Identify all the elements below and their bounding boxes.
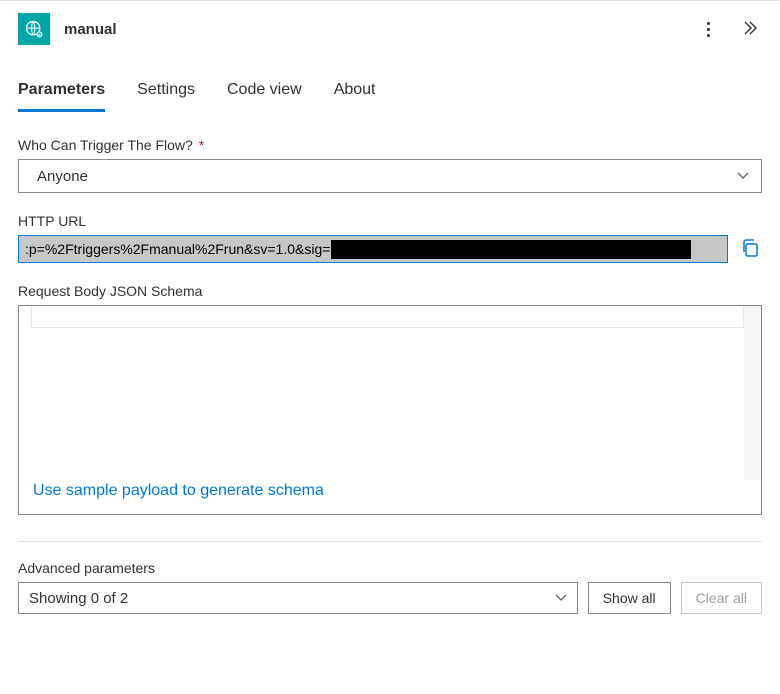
advanced-select-value: Showing 0 of 2 <box>29 590 128 607</box>
advanced-parameters-section: Advanced parameters Showing 0 of 2 Show … <box>18 560 762 614</box>
collapse-panel-button[interactable] <box>738 16 762 43</box>
field-schema: Request Body JSON Schema Use sample payl… <box>18 283 762 515</box>
trigger-label-text: Who Can Trigger The Flow? <box>18 137 193 153</box>
http-url-label: HTTP URL <box>18 213 762 229</box>
tab-code-view[interactable]: Code view <box>227 81 302 112</box>
tab-settings[interactable]: Settings <box>137 81 195 112</box>
field-http-url: HTTP URL :p=%2Ftriggers%2Fmanual%2Frun&s… <box>18 213 762 263</box>
globe-http-icon <box>24 19 44 39</box>
copy-icon <box>740 238 760 258</box>
advanced-label: Advanced parameters <box>18 560 762 576</box>
http-url-input[interactable]: :p=%2Ftriggers%2Fmanual%2Frun&sv=1.0&sig… <box>18 235 728 263</box>
tab-parameters[interactable]: Parameters <box>18 81 105 112</box>
trigger-type-icon <box>18 13 50 45</box>
copy-url-button[interactable] <box>738 236 762 263</box>
clear-all-button: Clear all <box>681 582 762 614</box>
more-menu-button[interactable] <box>703 18 714 41</box>
advanced-select[interactable]: Showing 0 of 2 <box>18 582 578 614</box>
trigger-access-select[interactable]: Anyone <box>18 159 762 193</box>
field-label: Who Can Trigger The Flow? * <box>18 137 762 153</box>
panel-header: manual <box>0 1 780 53</box>
schema-textarea[interactable]: Use sample payload to generate schema <box>18 305 762 515</box>
schema-label: Request Body JSON Schema <box>18 283 762 299</box>
chevron-down-icon <box>737 170 749 182</box>
page-title: manual <box>64 21 703 38</box>
http-url-visible-text: :p=%2Ftriggers%2Fmanual%2Frun&sv=1.0&sig… <box>25 241 330 257</box>
field-trigger-access: Who Can Trigger The Flow? * Anyone <box>18 137 762 193</box>
tab-about[interactable]: About <box>334 81 376 112</box>
show-all-button[interactable]: Show all <box>588 582 671 614</box>
tab-bar: Parameters Settings Code view About <box>0 53 780 113</box>
panel-body: Who Can Trigger The Flow? * Anyone HTTP … <box>0 113 780 614</box>
select-value: Anyone <box>31 168 88 185</box>
schema-editor-line <box>31 306 744 328</box>
chevron-double-right-icon <box>742 20 758 36</box>
use-sample-payload-link[interactable]: Use sample payload to generate schema <box>33 482 324 500</box>
http-url-redacted <box>331 240 691 259</box>
required-indicator: * <box>199 137 204 153</box>
chevron-down-icon <box>555 592 567 604</box>
divider <box>18 541 762 542</box>
schema-scrollbar[interactable] <box>744 306 761 480</box>
